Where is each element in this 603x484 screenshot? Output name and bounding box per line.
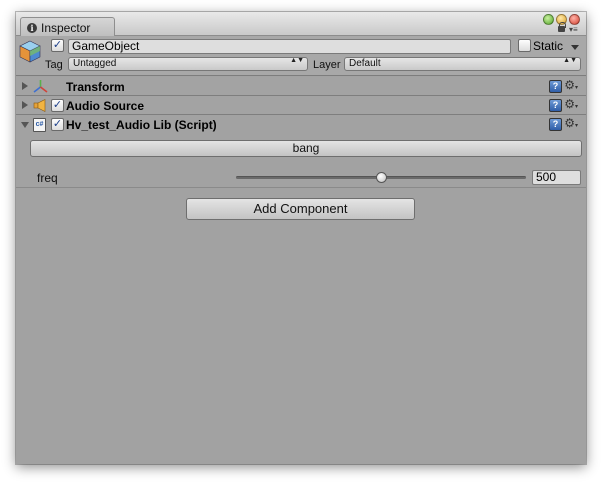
help-icon[interactable]: ? <box>549 80 562 93</box>
tab-inspector-label: Inspector <box>41 20 91 35</box>
freq-label: freq <box>37 171 58 185</box>
layer-value: Default <box>349 58 381 69</box>
close-button[interactable] <box>569 14 580 25</box>
component-script[interactable]: c# ✓ Hv_test_Audio Lib (Script) ? ⚙▾ <box>16 115 586 134</box>
info-icon: i <box>27 22 37 33</box>
gear-icon[interactable]: ⚙▾ <box>564 97 578 114</box>
foldout-arrow-icon[interactable] <box>22 101 28 109</box>
transform-icon <box>33 80 48 93</box>
foldout-arrow-open-icon[interactable] <box>21 122 29 128</box>
static-checkbox[interactable] <box>518 39 531 52</box>
speaker-icon <box>33 99 46 112</box>
tag-dropdown[interactable]: Untagged ▲▼ <box>68 57 308 71</box>
tag-value: Untagged <box>73 58 117 69</box>
audio-source-enabled-checkbox[interactable]: ✓ <box>51 99 64 112</box>
component-title: Audio Source <box>66 99 145 113</box>
bang-button[interactable]: bang <box>30 140 582 157</box>
static-label: Static <box>533 39 564 53</box>
freq-value-field[interactable]: 500 <box>532 170 581 185</box>
component-divider <box>16 187 586 188</box>
tab-inspector[interactable]: i Inspector <box>20 17 115 37</box>
freq-slider-thumb[interactable] <box>375 172 387 183</box>
add-component-button[interactable]: Add Component <box>186 198 415 220</box>
lock-icon[interactable] <box>558 22 566 32</box>
layer-dropdown-arrows-icon: ▲▼ <box>563 57 577 64</box>
component-audio-source[interactable]: ✓ Audio Source ? ⚙▾ <box>16 96 586 115</box>
component-transform[interactable]: Transform ? ⚙▾ <box>16 77 586 96</box>
object-name-field[interactable]: GameObject <box>68 39 511 54</box>
tag-label: Tag <box>45 59 63 71</box>
zoom-button[interactable] <box>543 14 554 25</box>
active-checkbox[interactable]: ✓ <box>51 39 64 52</box>
layer-label: Layer <box>313 59 341 71</box>
help-icon[interactable]: ? <box>549 99 562 112</box>
component-title: Hv_test_Audio Lib (Script) <box>66 118 217 132</box>
gameobject-cube-icon <box>19 40 41 63</box>
component-title: Transform <box>66 80 125 94</box>
panel-menu-icon[interactable]: ▾≡ <box>569 26 579 34</box>
layer-dropdown[interactable]: Default ▲▼ <box>344 57 581 71</box>
gear-icon[interactable]: ⚙▾ <box>564 78 578 95</box>
window-titlebar: i Inspector ▾≡ <box>16 12 586 37</box>
gear-icon[interactable]: ⚙▾ <box>564 116 578 133</box>
script-enabled-checkbox[interactable]: ✓ <box>51 118 64 131</box>
script-file-icon: c# <box>33 118 46 132</box>
foldout-arrow-icon[interactable] <box>22 82 28 90</box>
inspector-window: i Inspector ▾≡ ✓ GameObject Static Tag U… <box>16 12 586 464</box>
tag-dropdown-arrows-icon: ▲▼ <box>290 57 304 64</box>
gameobject-header: ✓ GameObject Static Tag Untagged ▲▼ Laye… <box>16 36 586 76</box>
static-dropdown-icon[interactable] <box>571 45 579 50</box>
help-icon[interactable]: ? <box>549 118 562 131</box>
